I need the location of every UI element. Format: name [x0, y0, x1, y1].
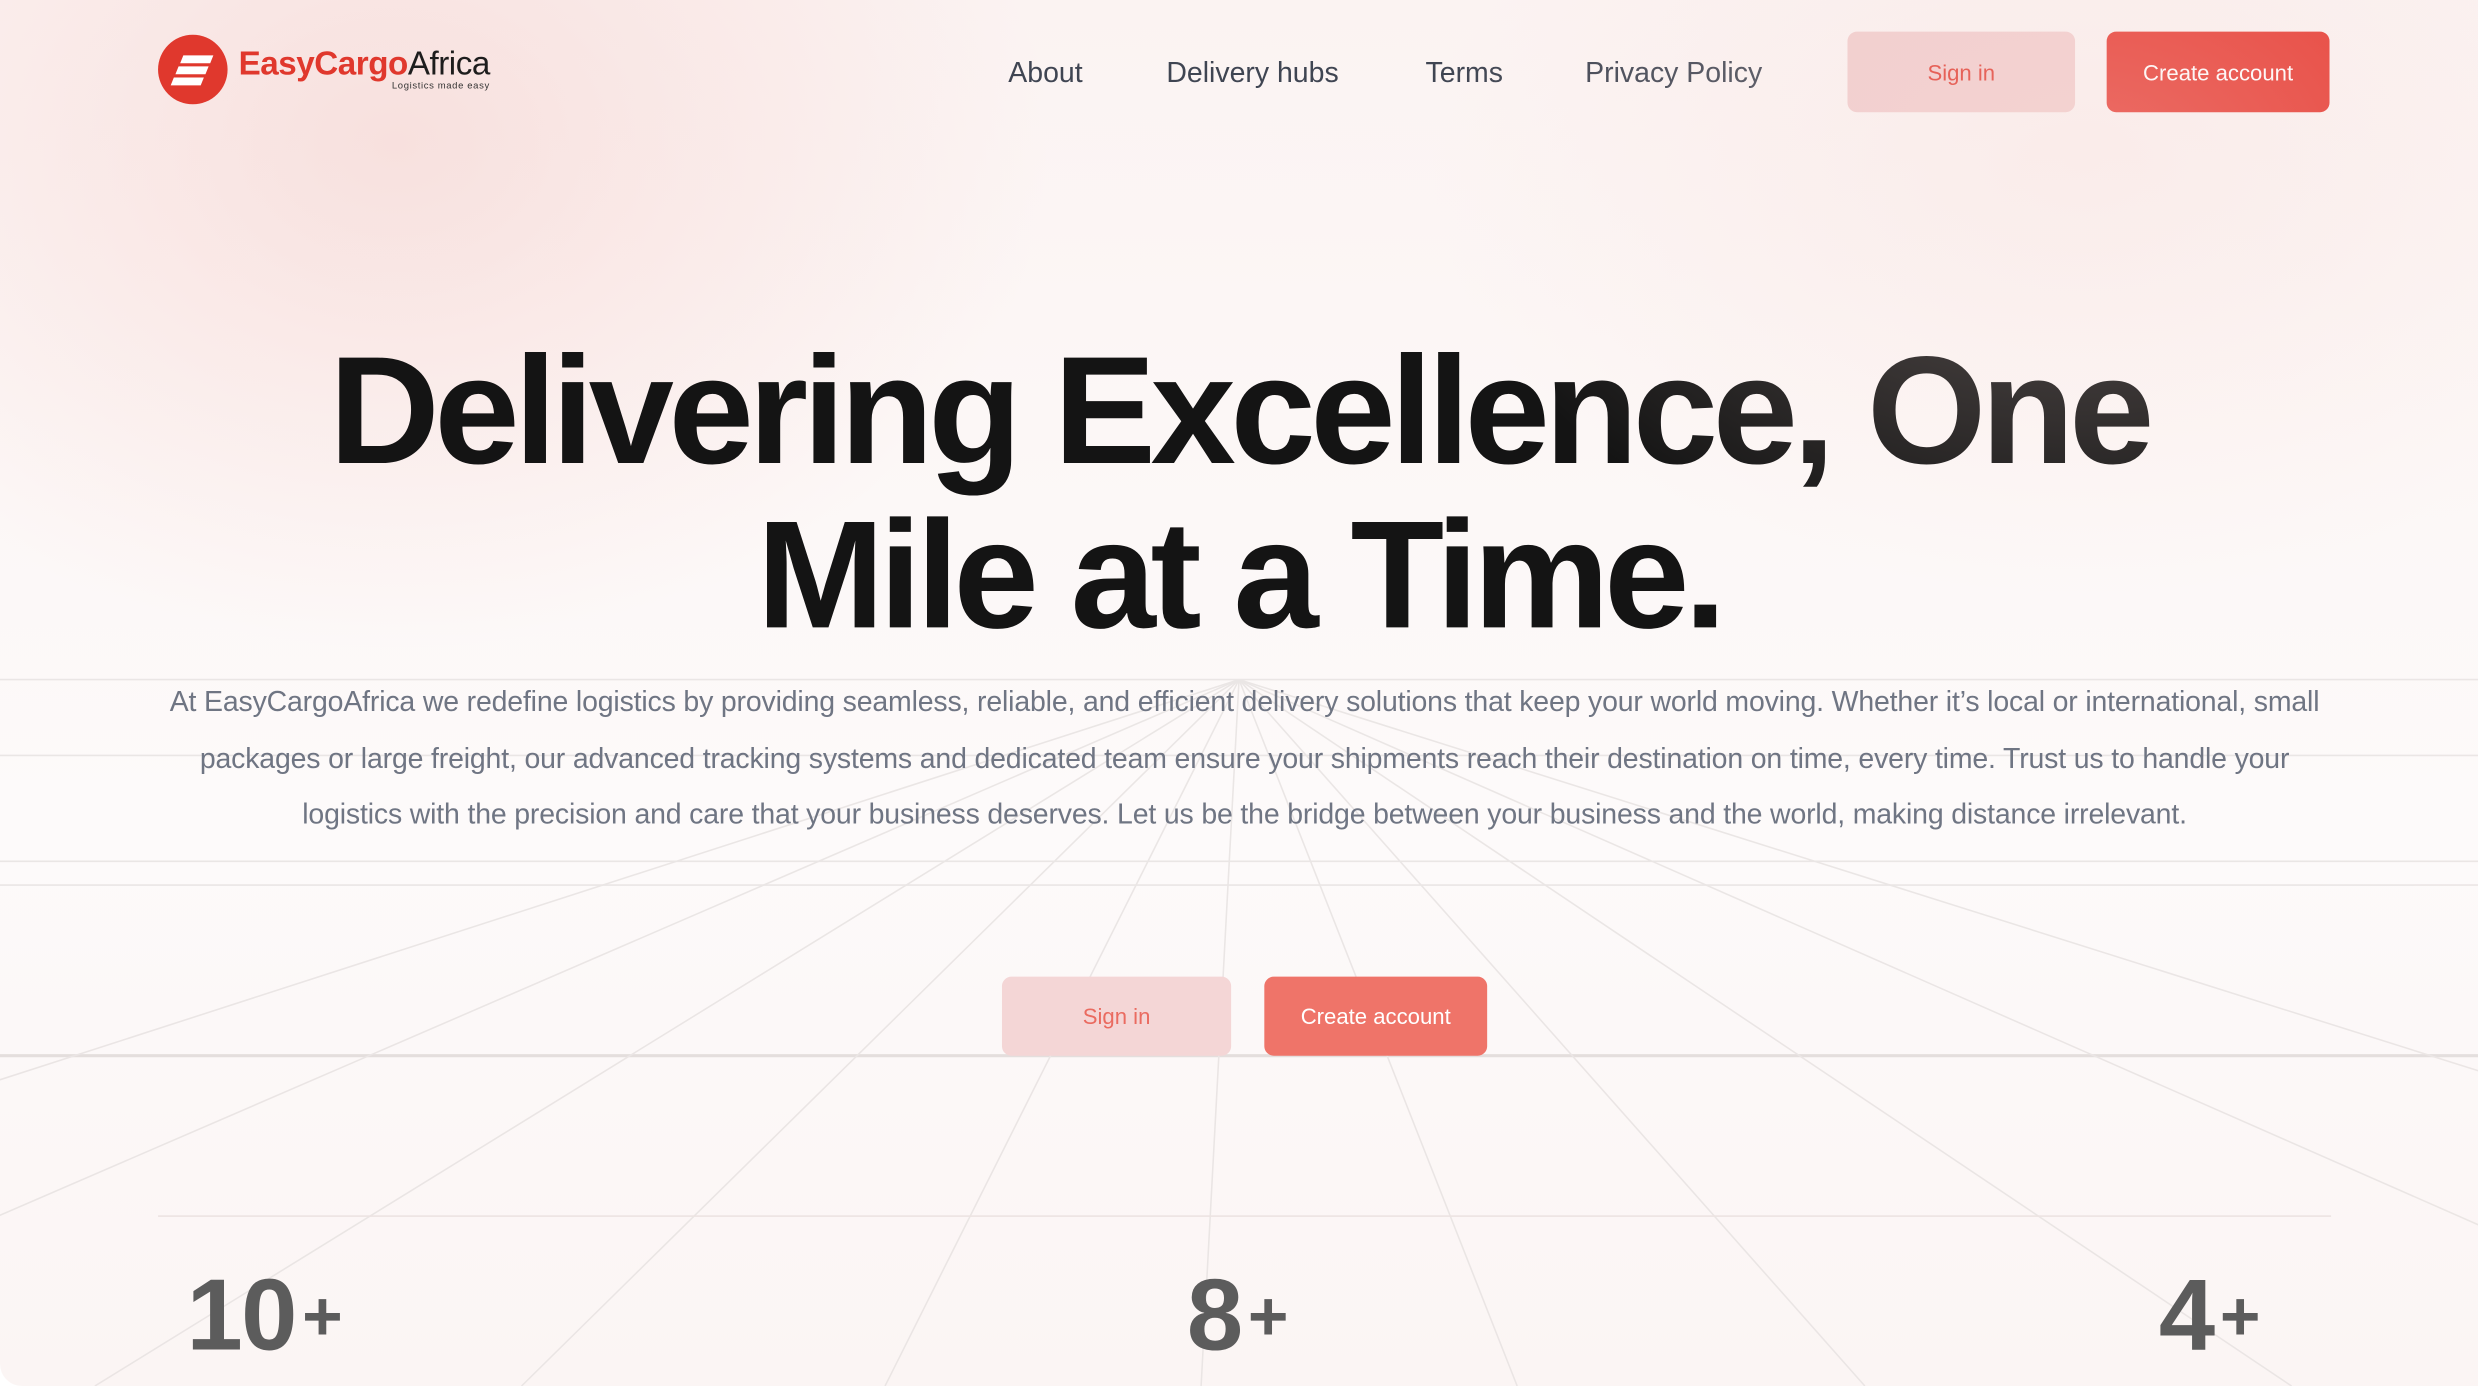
logo-word-easy: Easy	[238, 45, 315, 83]
stat-value: 8	[1186, 1257, 1243, 1372]
hero-title-line-1: Delivering Excellence, One	[329, 323, 2154, 497]
stat-suffix: +	[1247, 1278, 1289, 1356]
nav-link-about[interactable]: About	[1008, 57, 1082, 90]
nav-link-delivery-hubs[interactable]: Delivery hubs	[1166, 57, 1338, 90]
hero-title-line-2: Mile at a Time.	[756, 488, 1727, 661]
nav-link-privacy-policy[interactable]: Privacy Policy	[1585, 57, 1762, 90]
page: EasyCargoAfrica Logistics made easy Abou…	[0, 0, 2478, 1386]
hero-description: At EasyCargoAfrica we redefine logistics…	[169, 685, 2320, 830]
top-navigation: EasyCargoAfrica Logistics made easy Abou…	[0, 0, 2478, 150]
stat-suffix: +	[302, 1278, 343, 1356]
stat-value: 10	[186, 1257, 297, 1372]
stat-item: 8 +	[1186, 1257, 1289, 1374]
logo-wordmark: EasyCargoAfrica Logistics made easy	[238, 45, 491, 92]
nav-sign-in-button[interactable]: Sign in	[1847, 31, 2076, 113]
stat-value: 4	[2158, 1257, 2215, 1372]
logo-word-africa: Africa	[407, 45, 490, 83]
hero-sign-in-button[interactable]: Sign in	[1001, 976, 1232, 1056]
nav-create-account-button[interactable]: Create account	[2106, 31, 2330, 113]
stat-item: 10 +	[186, 1257, 343, 1374]
logo-word-cargo: Cargo	[314, 45, 408, 83]
stats-divider	[158, 1215, 2332, 1217]
stat-item: 4 +	[2158, 1257, 2261, 1374]
logo-icon	[158, 34, 228, 105]
hero-title: Delivering Excellence, One Mile at a Tim…	[0, 323, 2478, 661]
brand-logo[interactable]: EasyCargoAfrica Logistics made easy	[158, 34, 491, 105]
logo-tagline: Logistics made easy	[391, 82, 490, 92]
nav-link-terms[interactable]: Terms	[1426, 57, 1503, 90]
hero-create-account-button[interactable]: Create account	[1264, 976, 1488, 1056]
stat-suffix: +	[2219, 1278, 2261, 1356]
